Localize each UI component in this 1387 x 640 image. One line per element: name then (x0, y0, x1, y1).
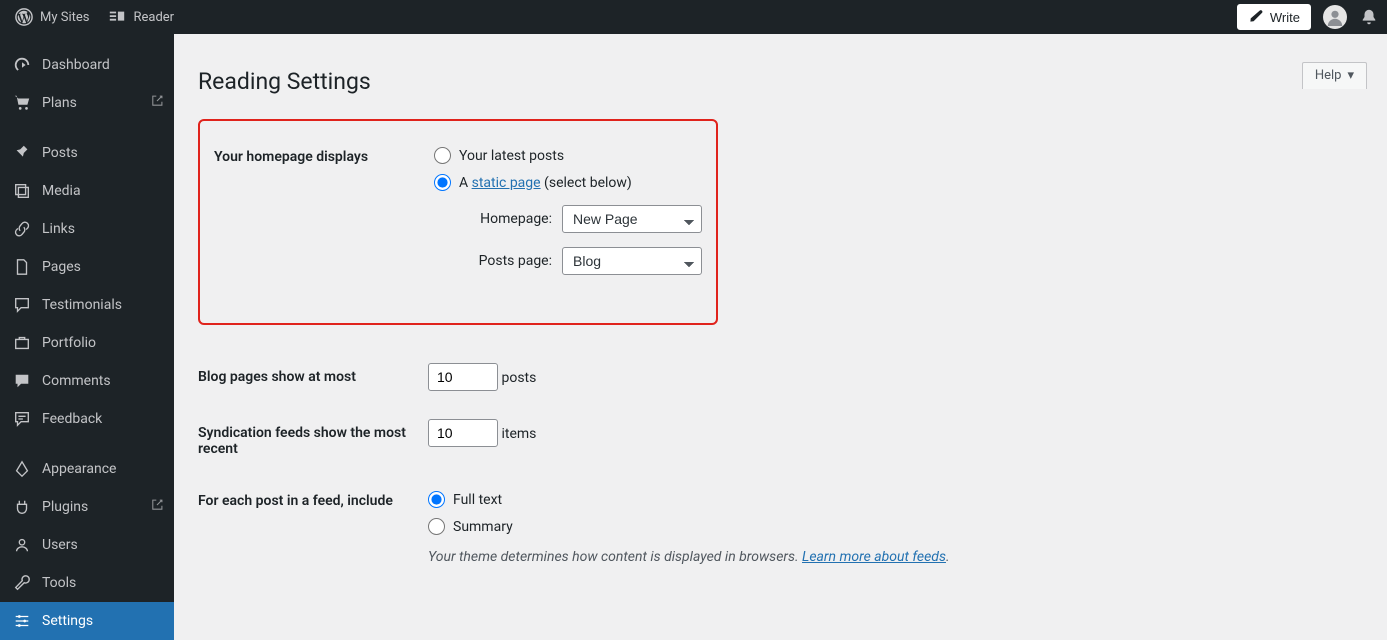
link-icon (12, 219, 32, 239)
sidebar-item-media[interactable]: Media (0, 172, 174, 210)
sidebar-item-appearance[interactable]: Appearance (0, 450, 174, 488)
static-suffix: (select below) (541, 175, 632, 191)
reader-label: Reader (133, 10, 174, 25)
feed-note-prefix: Your theme determines how content is dis… (428, 549, 802, 565)
sidebar-item-label: Portfolio (42, 335, 96, 351)
sidebar-item-label: Posts (42, 145, 78, 161)
help-tab[interactable]: Help ▾ (1302, 62, 1367, 89)
external-link-icon (150, 498, 164, 516)
sidebar-item-users[interactable]: Users (0, 526, 174, 564)
plugin-icon (12, 497, 32, 517)
feedback-icon (12, 409, 32, 429)
edit-icon (1248, 8, 1264, 27)
homepage-select[interactable]: New Page (562, 205, 702, 233)
blog-pages-unit: posts (501, 370, 536, 386)
wrench-icon (12, 573, 32, 593)
sidebar-item-portfolio[interactable]: Portfolio (0, 324, 174, 362)
cart-icon (12, 93, 32, 113)
sidebar-item-label: Plugins (42, 499, 88, 515)
sidebar-item-settings[interactable]: Settings (0, 602, 174, 640)
sidebar-item-label: Feedback (42, 411, 102, 427)
settings-icon (12, 611, 32, 631)
sidebar-item-plans[interactable]: Plans (0, 84, 174, 122)
option-summary-label: Summary (453, 519, 513, 535)
reader-icon (107, 7, 127, 27)
option-full-text-label: Full text (453, 492, 502, 508)
admin-sidebar: Dashboard Plans Posts Media Links (0, 34, 174, 626)
homepage-displays-section: Your homepage displays Your latest posts… (198, 119, 718, 325)
notifications-icon[interactable] (1359, 7, 1379, 27)
learn-more-feeds-link[interactable]: Learn more about feeds (802, 549, 946, 565)
sidebar-item-label: Pages (42, 259, 81, 275)
sidebar-item-label: Comments (42, 373, 111, 389)
option-latest-posts[interactable]: Your latest posts (434, 147, 702, 164)
content-area: Help ▾ Reading Settings Your homepage di… (174, 34, 1387, 626)
radio-static-page[interactable] (434, 174, 451, 191)
wordpress-icon (14, 7, 34, 27)
my-sites-label: My Sites (40, 10, 89, 25)
sidebar-item-label: Appearance (42, 461, 116, 477)
static-page-link[interactable]: static page (472, 175, 541, 191)
option-full-text[interactable]: Full text (428, 491, 950, 508)
feed-description: Your theme determines how content is dis… (428, 549, 950, 565)
page-title: Reading Settings (198, 68, 1367, 95)
syndication-input[interactable] (428, 419, 498, 447)
sidebar-item-dashboard[interactable]: Dashboard (0, 46, 174, 84)
radio-summary[interactable] (428, 518, 445, 535)
option-summary[interactable]: Summary (428, 518, 950, 535)
appearance-icon (12, 459, 32, 479)
sidebar-item-posts[interactable]: Posts (0, 134, 174, 172)
blog-pages-label: Blog pages show at most (198, 351, 428, 407)
sidebar-item-label: Testimonials (42, 297, 122, 313)
option-static-page[interactable]: A static page (select below) (434, 174, 702, 191)
sidebar-item-plugins[interactable]: Plugins (0, 488, 174, 526)
admin-topbar: My Sites Reader Write (0, 0, 1387, 34)
homepage-select-label: Homepage: (452, 211, 552, 227)
sidebar-item-label: Media (42, 183, 81, 199)
radio-latest-posts[interactable] (434, 147, 451, 164)
sidebar-item-comments[interactable]: Comments (0, 362, 174, 400)
profile-avatar[interactable] (1323, 5, 1347, 29)
external-link-icon (150, 94, 164, 112)
dashboard-icon (12, 55, 32, 75)
sidebar-item-label: Users (42, 537, 78, 553)
portfolio-icon (12, 333, 32, 353)
reader-link[interactable]: Reader (101, 0, 180, 34)
comment-icon (12, 371, 32, 391)
write-button[interactable]: Write (1237, 4, 1311, 30)
radio-full-text[interactable] (428, 491, 445, 508)
sidebar-item-label: Settings (42, 613, 93, 629)
sidebar-item-label: Links (42, 221, 75, 237)
sidebar-item-tools[interactable]: Tools (0, 564, 174, 602)
help-label: Help (1315, 68, 1342, 83)
static-prefix: A (459, 175, 472, 191)
posts-page-select[interactable]: Blog (562, 247, 702, 275)
sidebar-item-links[interactable]: Links (0, 210, 174, 248)
pin-icon (12, 143, 32, 163)
sidebar-item-testimonials[interactable]: Testimonials (0, 286, 174, 324)
media-icon (12, 181, 32, 201)
feed-note-suffix: . (946, 549, 950, 565)
testimonial-icon (12, 295, 32, 315)
page-icon (12, 257, 32, 277)
my-sites-link[interactable]: My Sites (8, 0, 95, 34)
sidebar-item-label: Tools (42, 575, 76, 591)
users-icon (12, 535, 32, 555)
write-label: Write (1270, 10, 1300, 25)
blog-pages-input[interactable] (428, 363, 498, 391)
sidebar-item-feedback[interactable]: Feedback (0, 400, 174, 438)
chevron-down-icon: ▾ (1347, 68, 1354, 83)
homepage-displays-label: Your homepage displays (214, 131, 434, 305)
sidebar-item-pages[interactable]: Pages (0, 248, 174, 286)
posts-page-select-label: Posts page: (452, 253, 552, 269)
option-latest-posts-label: Your latest posts (459, 148, 564, 164)
syndication-label: Syndication feeds show the most recent (198, 407, 428, 475)
sidebar-item-label: Plans (42, 95, 77, 111)
syndication-unit: items (501, 426, 536, 442)
sidebar-item-label: Dashboard (42, 57, 110, 73)
feed-include-label: For each post in a feed, include (198, 475, 428, 581)
